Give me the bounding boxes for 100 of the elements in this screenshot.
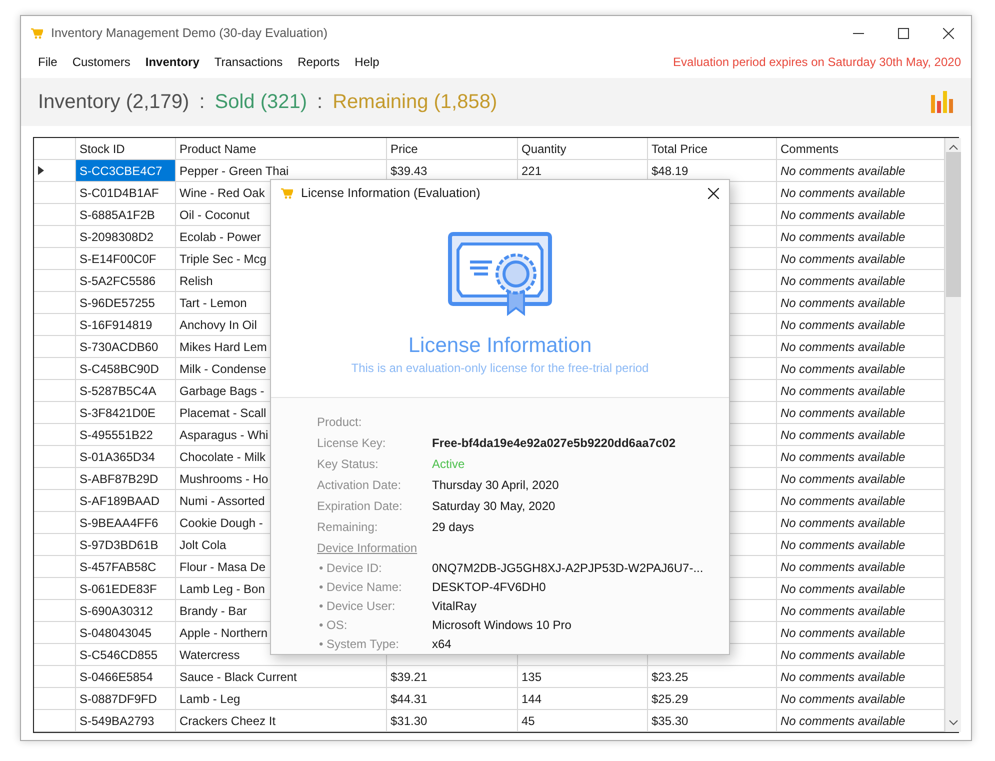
table-cell: No comments available xyxy=(776,490,944,512)
table-cell: S-AF189BAAD xyxy=(75,490,175,512)
table-cell: S-5287B5C4A xyxy=(75,380,175,402)
table-cell: No comments available xyxy=(776,160,944,182)
field-value: Microsoft Windows 10 Pro xyxy=(432,617,572,634)
table-cell: $39.21 xyxy=(386,666,517,688)
field-value: DESKTOP-4FV6DH0 xyxy=(432,579,547,596)
field-value: Active xyxy=(432,456,466,473)
menu-item[interactable]: Inventory xyxy=(138,53,208,71)
summary-count: Inventory (2,179) xyxy=(38,90,190,114)
table-cell: $35.30 xyxy=(647,710,776,732)
separator-colon: : xyxy=(317,90,323,114)
table-cell: No comments available xyxy=(776,710,944,732)
table-cell: S-E14F00C0F xyxy=(75,248,175,270)
dialog-heading: License Information xyxy=(408,334,592,358)
table-cell: S-C458BC90D xyxy=(75,358,175,380)
field-value: Saturday 30 May, 2020 xyxy=(432,498,556,515)
table-cell: No comments available xyxy=(776,270,944,292)
table-cell: No comments available xyxy=(776,556,944,578)
scroll-down-icon[interactable] xyxy=(948,720,958,726)
table-cell: S-048043045 xyxy=(75,622,175,644)
table-cell: S-0887DF9FD xyxy=(75,688,175,710)
table-cell: $44.31 xyxy=(386,688,517,710)
table-cell: S-CC3CBE4C7 xyxy=(75,160,175,182)
evaluation-notice: Evaluation period expires on Saturday 30th May, 2020 xyxy=(673,55,962,69)
table-cell: No comments available xyxy=(776,512,944,534)
table-cell: S-0466E5854 xyxy=(75,666,175,688)
table-cell: S-96DE57255 xyxy=(75,292,175,314)
table-cell: No comments available xyxy=(776,622,944,644)
table-cell: Crackers Cheez It xyxy=(175,710,386,732)
table-cell: S-3F8421D0E xyxy=(75,402,175,424)
table-cell: No comments available xyxy=(776,292,944,314)
close-icon[interactable] xyxy=(943,28,954,38)
table-cell: S-C01D4B1AF xyxy=(75,182,175,204)
table-cell: S-5A2FC5586 xyxy=(75,270,175,292)
table-cell: No comments available xyxy=(776,424,944,446)
maximize-icon[interactable] xyxy=(898,28,909,38)
close-icon[interactable] xyxy=(708,188,719,199)
table-cell: No comments available xyxy=(776,468,944,490)
certificate-icon xyxy=(448,232,552,318)
table-cell: 144 xyxy=(517,688,647,710)
table-cell: $31.30 xyxy=(386,710,517,732)
summary-count: Sold (321) xyxy=(214,90,308,114)
table-cell: No comments available xyxy=(776,688,944,710)
field-value: Free-bf4da19e4e92a027e5b9220dd6aa7c02 xyxy=(432,435,677,452)
field-value: VitalRay xyxy=(432,598,478,615)
table-cell: No comments available xyxy=(776,446,944,468)
field-value: x64 xyxy=(432,636,452,653)
table-cell: S-9BEAA4FF6 xyxy=(75,512,175,534)
field-value: 0NQ7M2DB-JG5GH8XJ-A2PJP53D-W2PAJ6U7-... xyxy=(432,560,704,577)
table-cell: No comments available xyxy=(776,358,944,380)
table-cell: S-6885A1F2B xyxy=(75,204,175,226)
table-cell: No comments available xyxy=(776,226,944,248)
menu-item[interactable]: Help xyxy=(348,53,388,71)
table-cell: $23.25 xyxy=(647,666,776,688)
table-cell: No comments available xyxy=(776,380,944,402)
table-cell: S-ABF87B29D xyxy=(75,468,175,490)
menu-item[interactable]: Transactions xyxy=(207,53,291,71)
column-header[interactable]: Quantity xyxy=(517,138,647,160)
table-cell: S-2098308D2 xyxy=(75,226,175,248)
scroll-up-icon[interactable] xyxy=(948,144,958,150)
field-label: Remaining: xyxy=(317,519,379,536)
bar-chart-icon[interactable] xyxy=(931,91,953,113)
table-cell: No comments available xyxy=(776,402,944,424)
cart-icon xyxy=(31,28,43,38)
table-cell: No comments available xyxy=(776,182,944,204)
table-cell: $25.29 xyxy=(647,688,776,710)
menu-item[interactable]: File xyxy=(31,53,66,71)
summary-count: Remaining (1,858) xyxy=(332,90,498,114)
table-cell: No comments available xyxy=(776,666,944,688)
window-title: Inventory Management Demo (30-day Evaluation) xyxy=(51,26,329,40)
column-header[interactable]: Price xyxy=(386,138,517,160)
table-cell: S-97D3BD61B xyxy=(75,534,175,556)
column-header[interactable]: Comments xyxy=(776,138,944,160)
table-cell: Lamb - Leg xyxy=(175,688,386,710)
field-value: Thursday 30 April, 2020 xyxy=(432,477,560,494)
table-cell: S-01A365D34 xyxy=(75,446,175,468)
scrollbar-thumb[interactable] xyxy=(946,152,960,297)
table-cell: No comments available xyxy=(776,578,944,600)
menu-item[interactable]: Customers xyxy=(65,53,138,71)
table-cell: 135 xyxy=(517,666,647,688)
field-value: 29 days xyxy=(432,519,476,536)
table-cell: S-061EDE83F xyxy=(75,578,175,600)
column-header[interactable]: Total Price xyxy=(647,138,776,160)
column-header[interactable]: Product Name xyxy=(175,138,386,160)
menu-item[interactable]: Reports xyxy=(290,53,348,71)
table-cell: S-730ACDB60 xyxy=(75,336,175,358)
table-cell: S-690A30312 xyxy=(75,600,175,622)
table-cell: S-549BA2793 xyxy=(75,710,175,732)
table-cell: No comments available xyxy=(776,204,944,226)
field-label: • Device ID: xyxy=(318,560,383,577)
table-cell: Sauce - Black Current xyxy=(175,666,386,688)
table-cell: S-457FAB58C xyxy=(75,556,175,578)
table-cell: No comments available xyxy=(776,534,944,556)
table-cell: No comments available xyxy=(776,248,944,270)
table-cell: No comments available xyxy=(776,644,944,666)
cart-icon xyxy=(281,188,293,199)
table-cell: 45 xyxy=(517,710,647,732)
table-cell: No comments available xyxy=(776,336,944,358)
table-cell: S-495551B22 xyxy=(75,424,175,446)
